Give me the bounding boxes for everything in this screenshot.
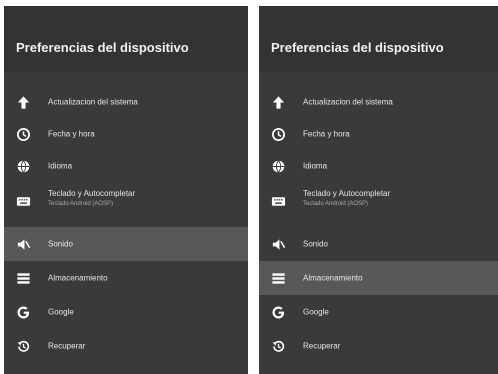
page-title: Preferencias del dispositivo bbox=[16, 40, 189, 55]
restore-icon bbox=[16, 339, 31, 354]
menu-item-label: Teclado y Autocompletar bbox=[48, 189, 136, 198]
menu-item-almacenamiento[interactable]: Almacenamiento bbox=[259, 261, 498, 295]
speaker-icon bbox=[16, 237, 31, 252]
globe-icon bbox=[271, 159, 286, 174]
globe-icon bbox=[16, 159, 31, 174]
keyboard-icon bbox=[16, 194, 31, 209]
menu-item-sublabel: Teclado Android (AOSP) bbox=[48, 201, 114, 207]
google-icon bbox=[16, 305, 31, 320]
menu-item-label: Almacenamiento bbox=[303, 273, 363, 283]
speaker-icon bbox=[271, 237, 286, 252]
menu-item-label: Actualizacion del sistema bbox=[303, 97, 393, 107]
settings-panel-left: Preferencias del dispositivo Actualizaci… bbox=[4, 6, 248, 374]
menu-item-fecha[interactable]: Fecha y hora bbox=[4, 118, 248, 150]
menu-item-sublabel: Teclado Android (AOSP) bbox=[303, 201, 369, 207]
panel-header: Preferencias del dispositivo bbox=[259, 6, 498, 72]
menu-item-teclado[interactable]: Teclado y Autocompletar Teclado Android … bbox=[4, 184, 248, 218]
menu-item-teclado[interactable]: Teclado y Autocompletar Teclado Android … bbox=[259, 184, 498, 218]
keyboard-icon bbox=[271, 194, 286, 209]
menu-item-google[interactable]: Google bbox=[259, 296, 498, 328]
clock-icon bbox=[16, 127, 31, 142]
menu-item-label: Fecha y hora bbox=[48, 129, 95, 139]
screenshot-stage: Preferencias del dispositivo Actualizaci… bbox=[0, 0, 498, 374]
menu-item-fecha[interactable]: Fecha y hora bbox=[259, 118, 498, 150]
storage-icon bbox=[271, 271, 286, 286]
google-icon bbox=[271, 305, 286, 320]
menu-item-label: Recuperar bbox=[303, 341, 341, 351]
menu-item-almacenamiento[interactable]: Almacenamiento bbox=[4, 262, 248, 294]
menu-item-label: Google bbox=[303, 307, 329, 317]
page-title: Preferencias del dispositivo bbox=[271, 40, 444, 55]
menu-item-actualizacion[interactable]: Actualizacion del sistema bbox=[4, 86, 248, 118]
menu-item-label: Fecha y hora bbox=[303, 129, 350, 139]
menu-item-label: Sonido bbox=[303, 239, 328, 249]
menu-item-recuperar[interactable]: Recuperar bbox=[259, 330, 498, 362]
menu-item-actualizacion[interactable]: Actualizacion del sistema bbox=[259, 86, 498, 118]
storage-icon bbox=[16, 271, 31, 286]
menu-item-label: Idioma bbox=[303, 161, 328, 171]
menu-item-label: Google bbox=[48, 307, 74, 317]
restore-icon bbox=[271, 339, 286, 354]
menu-item-label: Almacenamiento bbox=[48, 273, 108, 283]
menu-item-recuperar[interactable]: Recuperar bbox=[4, 330, 248, 362]
menu-item-idioma[interactable]: Idioma bbox=[259, 150, 498, 182]
menu-item-label: Actualizacion del sistema bbox=[48, 97, 138, 107]
panel-header: Preferencias del dispositivo bbox=[4, 6, 248, 72]
menu-item-label: Recuperar bbox=[48, 341, 86, 351]
menu-item-label: Teclado y Autocompletar bbox=[303, 189, 391, 198]
settings-panel-right: Preferencias del dispositivo Actualizaci… bbox=[259, 6, 498, 374]
menu-item-sonido[interactable]: Sonido bbox=[4, 227, 248, 261]
menu-item-idioma[interactable]: Idioma bbox=[4, 150, 248, 182]
clock-icon bbox=[271, 127, 286, 142]
menu-item-google[interactable]: Google bbox=[4, 296, 248, 328]
menu-item-sonido[interactable]: Sonido bbox=[259, 228, 498, 260]
menu-item-label: Idioma bbox=[48, 161, 73, 171]
arrow-up-icon bbox=[16, 95, 31, 110]
menu-item-label: Sonido bbox=[48, 239, 73, 249]
arrow-up-icon bbox=[271, 95, 286, 110]
